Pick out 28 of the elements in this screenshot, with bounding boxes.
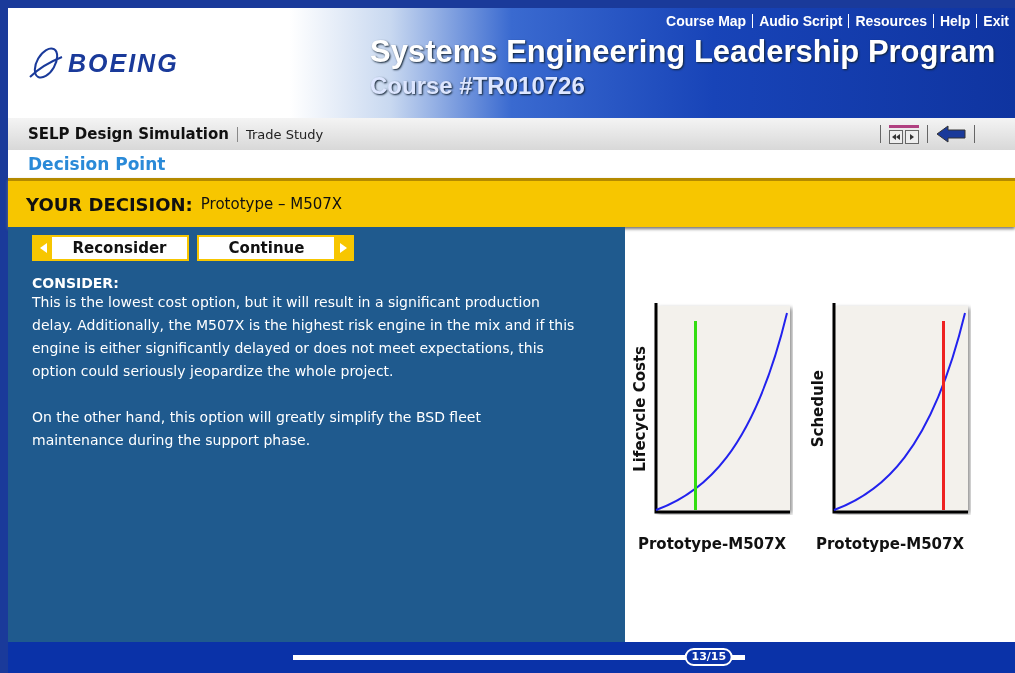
- progress-thumb[interactable]: 13/15: [684, 648, 734, 666]
- module-title: SELP Design Simulation: [28, 125, 229, 143]
- continue-button[interactable]: Continue: [197, 235, 354, 261]
- right-triangle-icon: [339, 243, 347, 253]
- y-axis-label: Schedule: [809, 370, 827, 448]
- header-link[interactable]: Course Map: [660, 14, 753, 28]
- decision-value: Prototype – M507X: [200, 195, 343, 213]
- logo-text: BOEING: [68, 48, 179, 78]
- y-axis-label: Lifecycle Costs: [631, 346, 649, 472]
- page-title: Decision Point: [27, 153, 167, 176]
- header-link[interactable]: Help: [932, 14, 977, 28]
- x-axis-label: Prototype-M507X: [815, 535, 965, 553]
- rewind-button[interactable]: [889, 129, 903, 144]
- section-title: Trade Study: [237, 126, 324, 142]
- play-button[interactable]: [905, 129, 919, 144]
- play-icon: [909, 133, 915, 140]
- header-link[interactable]: Exit: [976, 14, 1015, 28]
- header-link[interactable]: Resources: [848, 14, 933, 28]
- consider-paragraph: This is the lowest cost option, but it will result in a significant production delay. Additionally, the M507X is the highest risk engine in the mix and if this engine is either significantly delayed or does not meet expectations, this option could seriously jeopardize the whole project.: [32, 293, 576, 381]
- rewind-icon: [892, 133, 900, 140]
- reconsider-button[interactable]: Reconsider: [32, 235, 189, 261]
- back-arrow-icon[interactable]: [936, 125, 966, 143]
- decision-label: YOUR DECISION:: [26, 193, 193, 215]
- consider-heading: CONSIDER:: [32, 275, 120, 291]
- left-triangle-icon: [39, 243, 47, 253]
- consider-paragraph: On the other hand, this option will greatly simplify the BSD fleet maintenance during the support phase.: [32, 408, 482, 450]
- header-link[interactable]: Audio Script: [752, 14, 849, 28]
- x-axis-label: Prototype-M507X: [637, 535, 787, 553]
